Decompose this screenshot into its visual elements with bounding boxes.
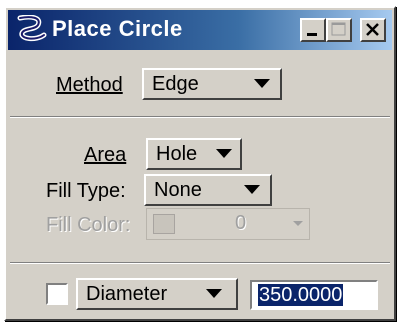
fill-type-dropdown[interactable]: None xyxy=(144,174,272,206)
method-dropdown[interactable]: Edge xyxy=(142,68,282,100)
chevron-down-icon xyxy=(293,221,303,226)
area-value: Hole xyxy=(156,143,198,165)
size-mode-value: Diameter xyxy=(86,283,168,305)
maximize-button[interactable] xyxy=(326,18,352,42)
place-circle-window: Place Circle Method Edge Area Hole Fill … xyxy=(4,6,396,321)
diameter-checkbox[interactable] xyxy=(46,283,68,305)
chevron-down-icon xyxy=(244,185,260,194)
area-label: Area xyxy=(84,144,127,166)
close-button[interactable] xyxy=(360,18,386,42)
diameter-value: 350.0000 xyxy=(258,284,344,306)
window-title: Place Circle xyxy=(52,16,183,41)
color-swatch xyxy=(153,214,175,234)
minimize-icon xyxy=(307,33,317,36)
fill-type-value: None xyxy=(154,179,202,201)
chevron-down-icon xyxy=(216,149,232,158)
title-bar[interactable]: Place Circle xyxy=(8,10,392,50)
minimize-button[interactable] xyxy=(300,18,326,42)
diameter-input[interactable]: 350.0000 xyxy=(250,280,378,310)
size-mode-dropdown[interactable]: Diameter xyxy=(76,278,238,310)
separator xyxy=(10,262,390,264)
fill-color-dropdown: 0 xyxy=(146,208,310,240)
chevron-down-icon xyxy=(254,79,270,88)
fill-type-label: Fill Type: xyxy=(46,180,126,202)
close-icon xyxy=(366,23,379,36)
separator xyxy=(10,116,390,118)
method-label: Method xyxy=(56,74,123,96)
microstation-logo-icon xyxy=(16,14,48,45)
fill-color-value: 0 xyxy=(235,212,247,234)
method-value: Edge xyxy=(152,73,199,95)
area-dropdown[interactable]: Hole xyxy=(146,138,242,170)
maximize-icon xyxy=(331,22,346,36)
chevron-down-icon xyxy=(206,289,222,298)
fill-color-label: Fill Color: xyxy=(46,214,131,236)
